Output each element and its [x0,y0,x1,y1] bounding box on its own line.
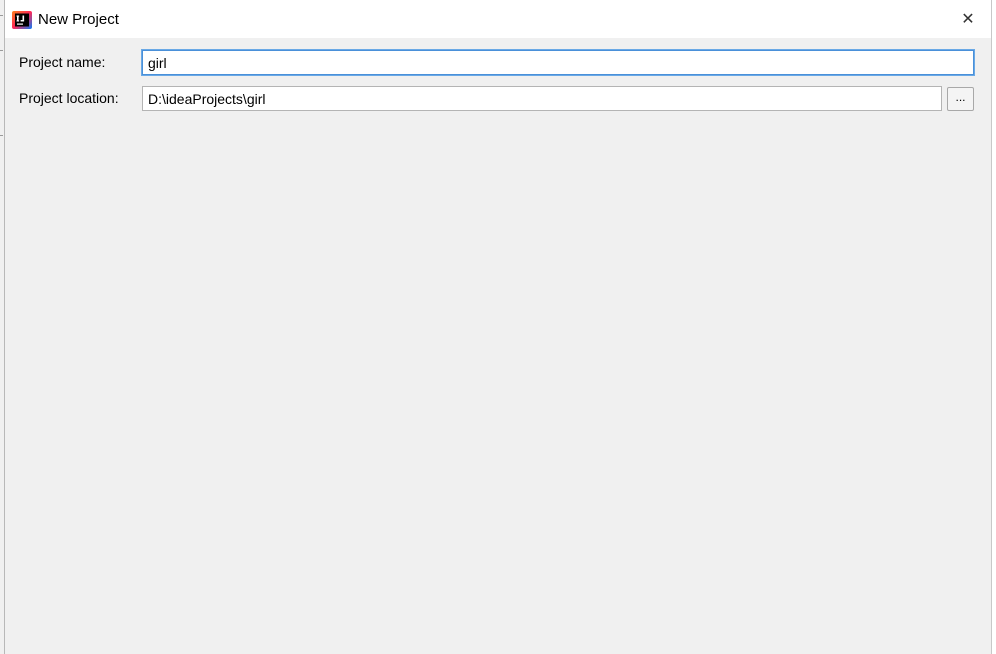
project-location-input[interactable] [142,86,942,111]
window-right-border [991,0,996,654]
browse-button-label: ... [955,90,966,104]
close-button[interactable]: ✕ [955,7,981,31]
close-icon: ✕ [961,9,975,28]
project-name-input[interactable] [142,50,974,75]
browse-location-button[interactable]: ... [947,87,974,111]
project-name-label: Project name: [19,54,106,70]
title-bar[interactable]: New Project ✕ [5,0,991,38]
project-location-label: Project location: [19,90,119,106]
border-tick [0,50,3,51]
intellij-idea-icon [12,11,32,29]
window-left-border [0,0,5,654]
border-tick [0,15,3,16]
border-tick [0,135,3,136]
new-project-dialog: New Project ✕ Project name: Project loca… [0,0,996,654]
dialog-title: New Project [38,11,119,28]
